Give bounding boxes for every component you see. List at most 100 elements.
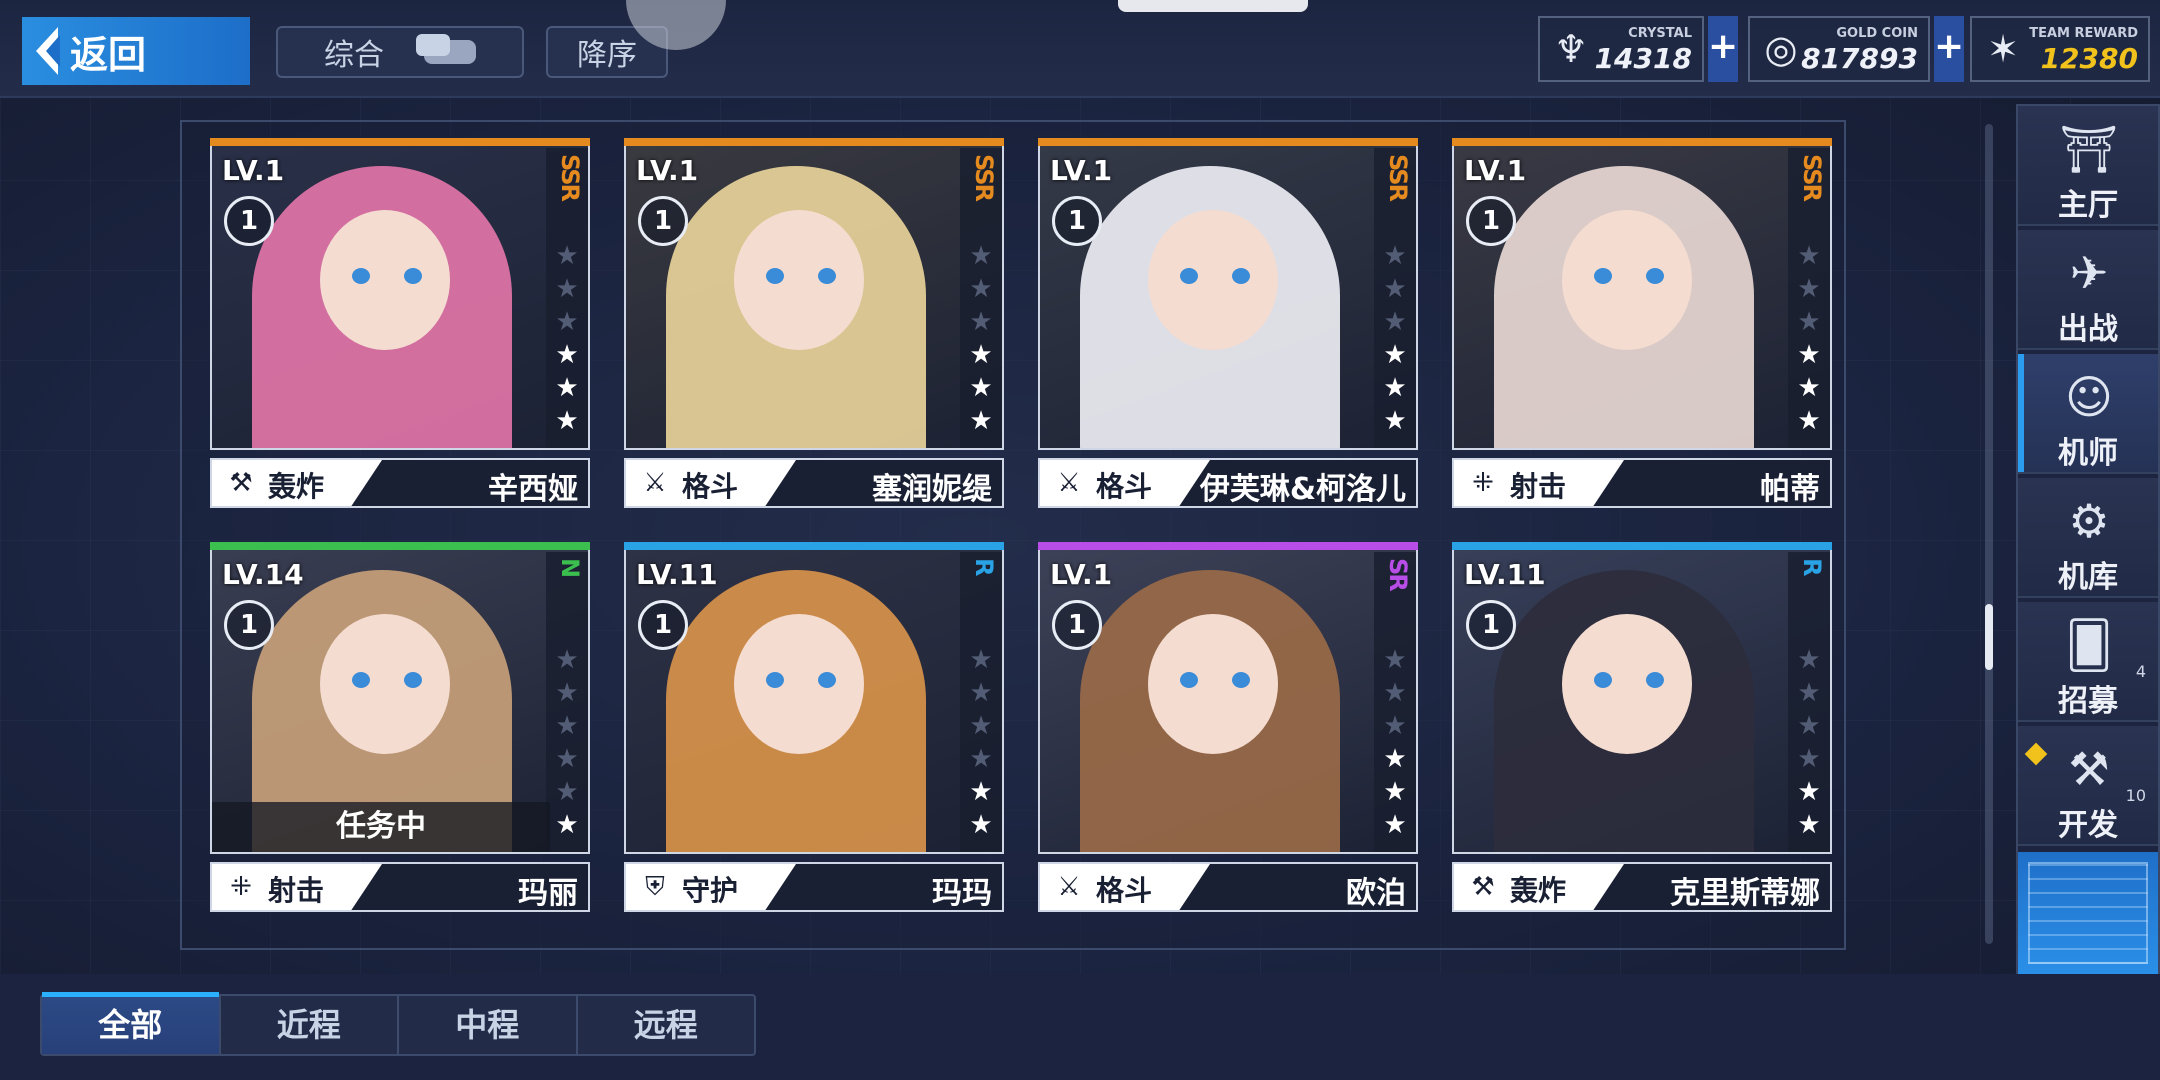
sort-filter-label: 综合: [324, 38, 384, 73]
rank-badge: 1: [224, 600, 274, 650]
gold-coin-value: 817893: [1801, 42, 1918, 75]
star-icon: ★: [1383, 406, 1407, 436]
nav-hangar[interactable]: ⚙ 机库: [2018, 478, 2158, 598]
tab-all[interactable]: 全部: [42, 992, 221, 1054]
pilot-card[interactable]: LV.1 1 SSR ★ ★ ★ ★ ★ ★ ⁜ 射击 帕蒂: [1452, 138, 1832, 508]
role-label: 射击: [1510, 470, 1567, 503]
role-label: 格斗: [682, 470, 739, 503]
nav-develop[interactable]: ⚒ 10 开发: [2018, 726, 2158, 846]
gold-coin-currency: ◎ GOLD COIN 817893: [1748, 16, 1930, 82]
scrollbar-thumb[interactable]: [1985, 604, 1993, 670]
pilot-name: 伊芙琳&柯洛儿: [1199, 472, 1406, 507]
tab-long-range[interactable]: 远程: [578, 996, 755, 1054]
nav-recruit[interactable]: 🂠 4 招募: [2018, 602, 2158, 722]
pilot-namebar: ⚒ 轰炸 辛西娅: [210, 458, 590, 508]
rank-badge: 1: [1466, 600, 1516, 650]
screen-notch: [1118, 0, 1308, 12]
star-icon: ★: [1383, 810, 1407, 840]
order-label: 降序: [577, 38, 637, 73]
role-tag: ⚒ 轰炸: [1454, 864, 1624, 910]
pilot-name: 玛玛: [932, 876, 992, 911]
pilot-eyes: [1594, 672, 1664, 688]
star-icon: ★: [1797, 711, 1821, 741]
pilot-portrait: LV.14 1 N ★ ★ ★ ★ ★ ★ 任务中: [210, 542, 590, 854]
add-crystal-button[interactable]: +: [1708, 16, 1738, 82]
rarity-topline: [1452, 138, 1832, 146]
pilot-card[interactable]: LV.11 1 R ★ ★ ★ ★ ★ ★ ⚒ 轰炸 克里斯蒂娜: [1452, 542, 1832, 912]
star-icon: ★: [1383, 340, 1407, 370]
star-icon: ★: [1383, 241, 1407, 271]
rarity-topline: [624, 542, 1004, 550]
pilot-name: 玛丽: [518, 876, 578, 911]
star-icon: ★: [1797, 241, 1821, 271]
pilot-card[interactable]: LV.11 1 R ★ ★ ★ ★ ★ ★ ⛨ 守护 玛玛: [624, 542, 1004, 912]
role-tag: ⚔ 格斗: [1040, 864, 1210, 910]
star-icon: ★: [555, 307, 579, 337]
star-icon: ★: [969, 406, 993, 436]
recruit-card-icon: 🂠: [2065, 618, 2113, 672]
add-gold-coin-button[interactable]: +: [1934, 16, 1964, 82]
star-icon: ★: [555, 373, 579, 403]
pilot-card[interactable]: LV.1 1 SSR ★ ★ ★ ★ ★ ★ ⚔ 格斗 塞润妮缇: [624, 138, 1004, 508]
star-rating: ★ ★ ★ ★ ★ ★: [552, 240, 582, 438]
star-icon: ★: [969, 241, 993, 271]
pilot-eyes: [1180, 672, 1250, 688]
pilot-portrait: LV.11 1 R ★ ★ ★ ★ ★ ★: [1452, 542, 1832, 854]
tab-mid-range[interactable]: 中程: [399, 996, 578, 1054]
star-icon: ★: [1797, 274, 1821, 304]
pilot-namebar: ⚔ 格斗 塞润妮缇: [624, 458, 1004, 508]
star-rating: ★ ★ ★ ★ ★ ★: [1380, 644, 1410, 842]
star-icon: ★: [1797, 777, 1821, 807]
role-tag: ⚒ 轰炸: [212, 460, 382, 506]
pilot-card[interactable]: LV.14 1 N ★ ★ ★ ★ ★ ★ 任务中 ⁜ 射击 玛丽: [210, 542, 590, 912]
star-icon: ★: [1383, 678, 1407, 708]
pilot-card[interactable]: LV.1 1 SSR ★ ★ ★ ★ ★ ★ ⚒ 轰炸 辛西娅: [210, 138, 590, 508]
pilot-portrait: LV.1 1 SSR ★ ★ ★ ★ ★ ★: [1038, 138, 1418, 450]
pilot-eyes: [766, 268, 836, 284]
nav-develop-label: 开发: [2058, 808, 2118, 843]
pilot-card[interactable]: LV.1 1 SR ★ ★ ★ ★ ★ ★ ⚔ 格斗 欧泊: [1038, 542, 1418, 912]
base-minimap[interactable]: [2018, 852, 2158, 974]
star-icon: ★: [555, 744, 579, 774]
melee-swords-icon: ⚔: [1057, 468, 1081, 498]
star-icon: ★: [1797, 373, 1821, 403]
star-icon: ★: [555, 340, 579, 370]
star-icon: ★: [555, 678, 579, 708]
role-label: 守护: [682, 874, 739, 907]
nav-pilot[interactable]: ☺ 机师: [2018, 354, 2158, 474]
star-icon: ★: [1383, 645, 1407, 675]
nav-sortie[interactable]: ✈ 出战: [2018, 230, 2158, 350]
role-tag: ⚔ 格斗: [1040, 460, 1210, 506]
star-icon: ★: [1797, 406, 1821, 436]
pilot-namebar: ⁜ 射击 玛丽: [210, 862, 590, 912]
nav-recruit-label: 招募: [2058, 684, 2118, 719]
star-rating: ★ ★ ★ ★ ★ ★: [1380, 240, 1410, 438]
rarity-topline: [1038, 138, 1418, 146]
team-reward-currency: ✶ TEAM REWARD 12380: [1970, 16, 2150, 82]
nav-hall[interactable]: ⛩ 主厅: [2018, 106, 2158, 226]
pilot-portrait: LV.11 1 R ★ ★ ★ ★ ★ ★: [624, 542, 1004, 854]
star-icon: ★: [555, 406, 579, 436]
star-rating: ★ ★ ★ ★ ★ ★: [1794, 644, 1824, 842]
rank-badge: 1: [1466, 196, 1516, 246]
star-icon: ★: [555, 645, 579, 675]
pilot-level: LV.1: [1050, 558, 1113, 591]
tab-close-range[interactable]: 近程: [221, 996, 399, 1054]
sort-filter-button[interactable]: 综合: [276, 26, 524, 78]
role-label: 轰炸: [1510, 874, 1567, 907]
star-icon: ★: [969, 678, 993, 708]
pilot-card[interactable]: LV.1 1 SSR ★ ★ ★ ★ ★ ★ ⚔ 格斗 伊芙琳&柯洛儿: [1038, 138, 1418, 508]
gold-coin-label: GOLD COIN: [1836, 26, 1918, 41]
scrollbar-track[interactable]: [1985, 124, 1993, 944]
pilot-namebar: ⁜ 射击 帕蒂: [1452, 458, 1832, 508]
team-reward-icon: ✶: [1987, 27, 2019, 71]
star-icon: ★: [969, 307, 993, 337]
rarity-topline: [1038, 542, 1418, 550]
star-icon: ★: [969, 373, 993, 403]
develop-icon: ⚒: [2068, 742, 2110, 796]
crystal-icon: ♆: [1553, 27, 1589, 71]
rarity-label: SSR: [556, 154, 584, 200]
back-button[interactable]: 返回: [22, 17, 250, 85]
bomber-icon: ⚒: [229, 468, 253, 498]
star-icon: ★: [1797, 307, 1821, 337]
